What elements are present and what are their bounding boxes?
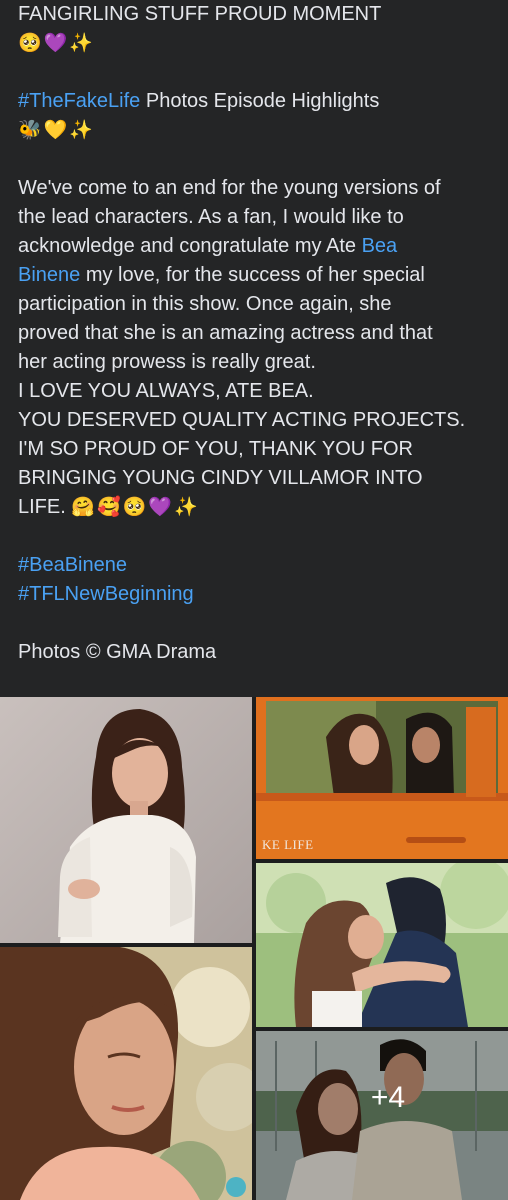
highlights-text: Photos Episode Highlights [140, 90, 380, 112]
photo-credit: Photos © GMA Drama [18, 641, 217, 663]
photo-embrace-image [256, 863, 508, 1027]
highlights-line: #TheFakeLife Photos Episode Highlights [18, 87, 496, 116]
photo-grid: KE LIFE +4 [0, 697, 508, 1200]
hashtag-line: #TFLNewBeginning [18, 580, 496, 609]
post-title-line: FANGIRLING STUFF PROUD MOMENT [18, 0, 496, 29]
show-logo-watermark: KE LIFE [262, 837, 314, 852]
mention-bea-binene-last[interactable]: Binene [18, 264, 80, 286]
title-emoji-line: 🥺💜✨ [18, 29, 496, 58]
post-text: FANGIRLING STUFF PROUD MOMENT 🥺💜✨ #TheFa… [18, 0, 496, 667]
body-line: proved that she is an amazing actress an… [18, 322, 433, 344]
hashtag-tflnewbeginning[interactable]: #TFLNewBeginning [18, 583, 194, 605]
highlights-emoji-line: 🐝💛✨ [18, 116, 496, 145]
photo-portrait-image [0, 697, 252, 943]
hashtag-line: #BeaBinene [18, 551, 496, 580]
hug-love-pleading-heart-sparkles-emojis: 🤗🥰🥺💜✨ [71, 496, 200, 518]
photo-closeup-flowers[interactable] [0, 947, 252, 1200]
photo-portrait-white-blouse[interactable] [0, 697, 252, 943]
body-line: We've come to an end for the young versi… [18, 177, 441, 199]
photo-embrace[interactable] [256, 863, 508, 1027]
body-line-mention: acknowledge and congratulate my Ate Bea [18, 235, 398, 257]
photo-couple-more[interactable]: +4 [256, 1031, 508, 1200]
body-line: the lead characters. As a fan, I would l… [18, 206, 404, 228]
photo-car-image [256, 697, 508, 859]
hashtag-thefakelife[interactable]: #TheFakeLife [18, 90, 140, 112]
hashtag-beabinene[interactable]: #BeaBinene [18, 554, 127, 576]
bee-yellow-heart-sparkles-emojis: 🐝💛✨ [18, 119, 95, 141]
body-last-line: LIFE. 🤗🥰🥺💜✨ [18, 496, 200, 518]
more-photos-overlay[interactable]: +4 [256, 1031, 508, 1200]
body-line: participation in this show. Once again, … [18, 293, 392, 315]
mention-bea-binene-first[interactable]: Bea [362, 235, 398, 257]
body-line-mention-cont: Binene my love, for the success of her s… [18, 264, 425, 286]
photo-car-scene[interactable]: KE LIFE [256, 697, 508, 859]
pleading-purple-heart-sparkles-emojis: 🥺💜✨ [18, 32, 95, 54]
more-photos-count: +4 [370, 1080, 406, 1114]
photo-closeup-image [0, 947, 252, 1200]
body-line: YOU DESERVED QUALITY ACTING PROJECTS. [18, 409, 466, 431]
body-line: BRINGING YOUNG CINDY VILLAMOR INTO [18, 467, 423, 489]
body-line: I'M SO PROUD OF YOU, THANK YOU FOR [18, 438, 413, 460]
body-line: her acting prowess is really great. [18, 351, 316, 373]
body-line: I LOVE YOU ALWAYS, ATE BEA. [18, 380, 314, 402]
post-title: FANGIRLING STUFF PROUD MOMENT [18, 3, 382, 25]
